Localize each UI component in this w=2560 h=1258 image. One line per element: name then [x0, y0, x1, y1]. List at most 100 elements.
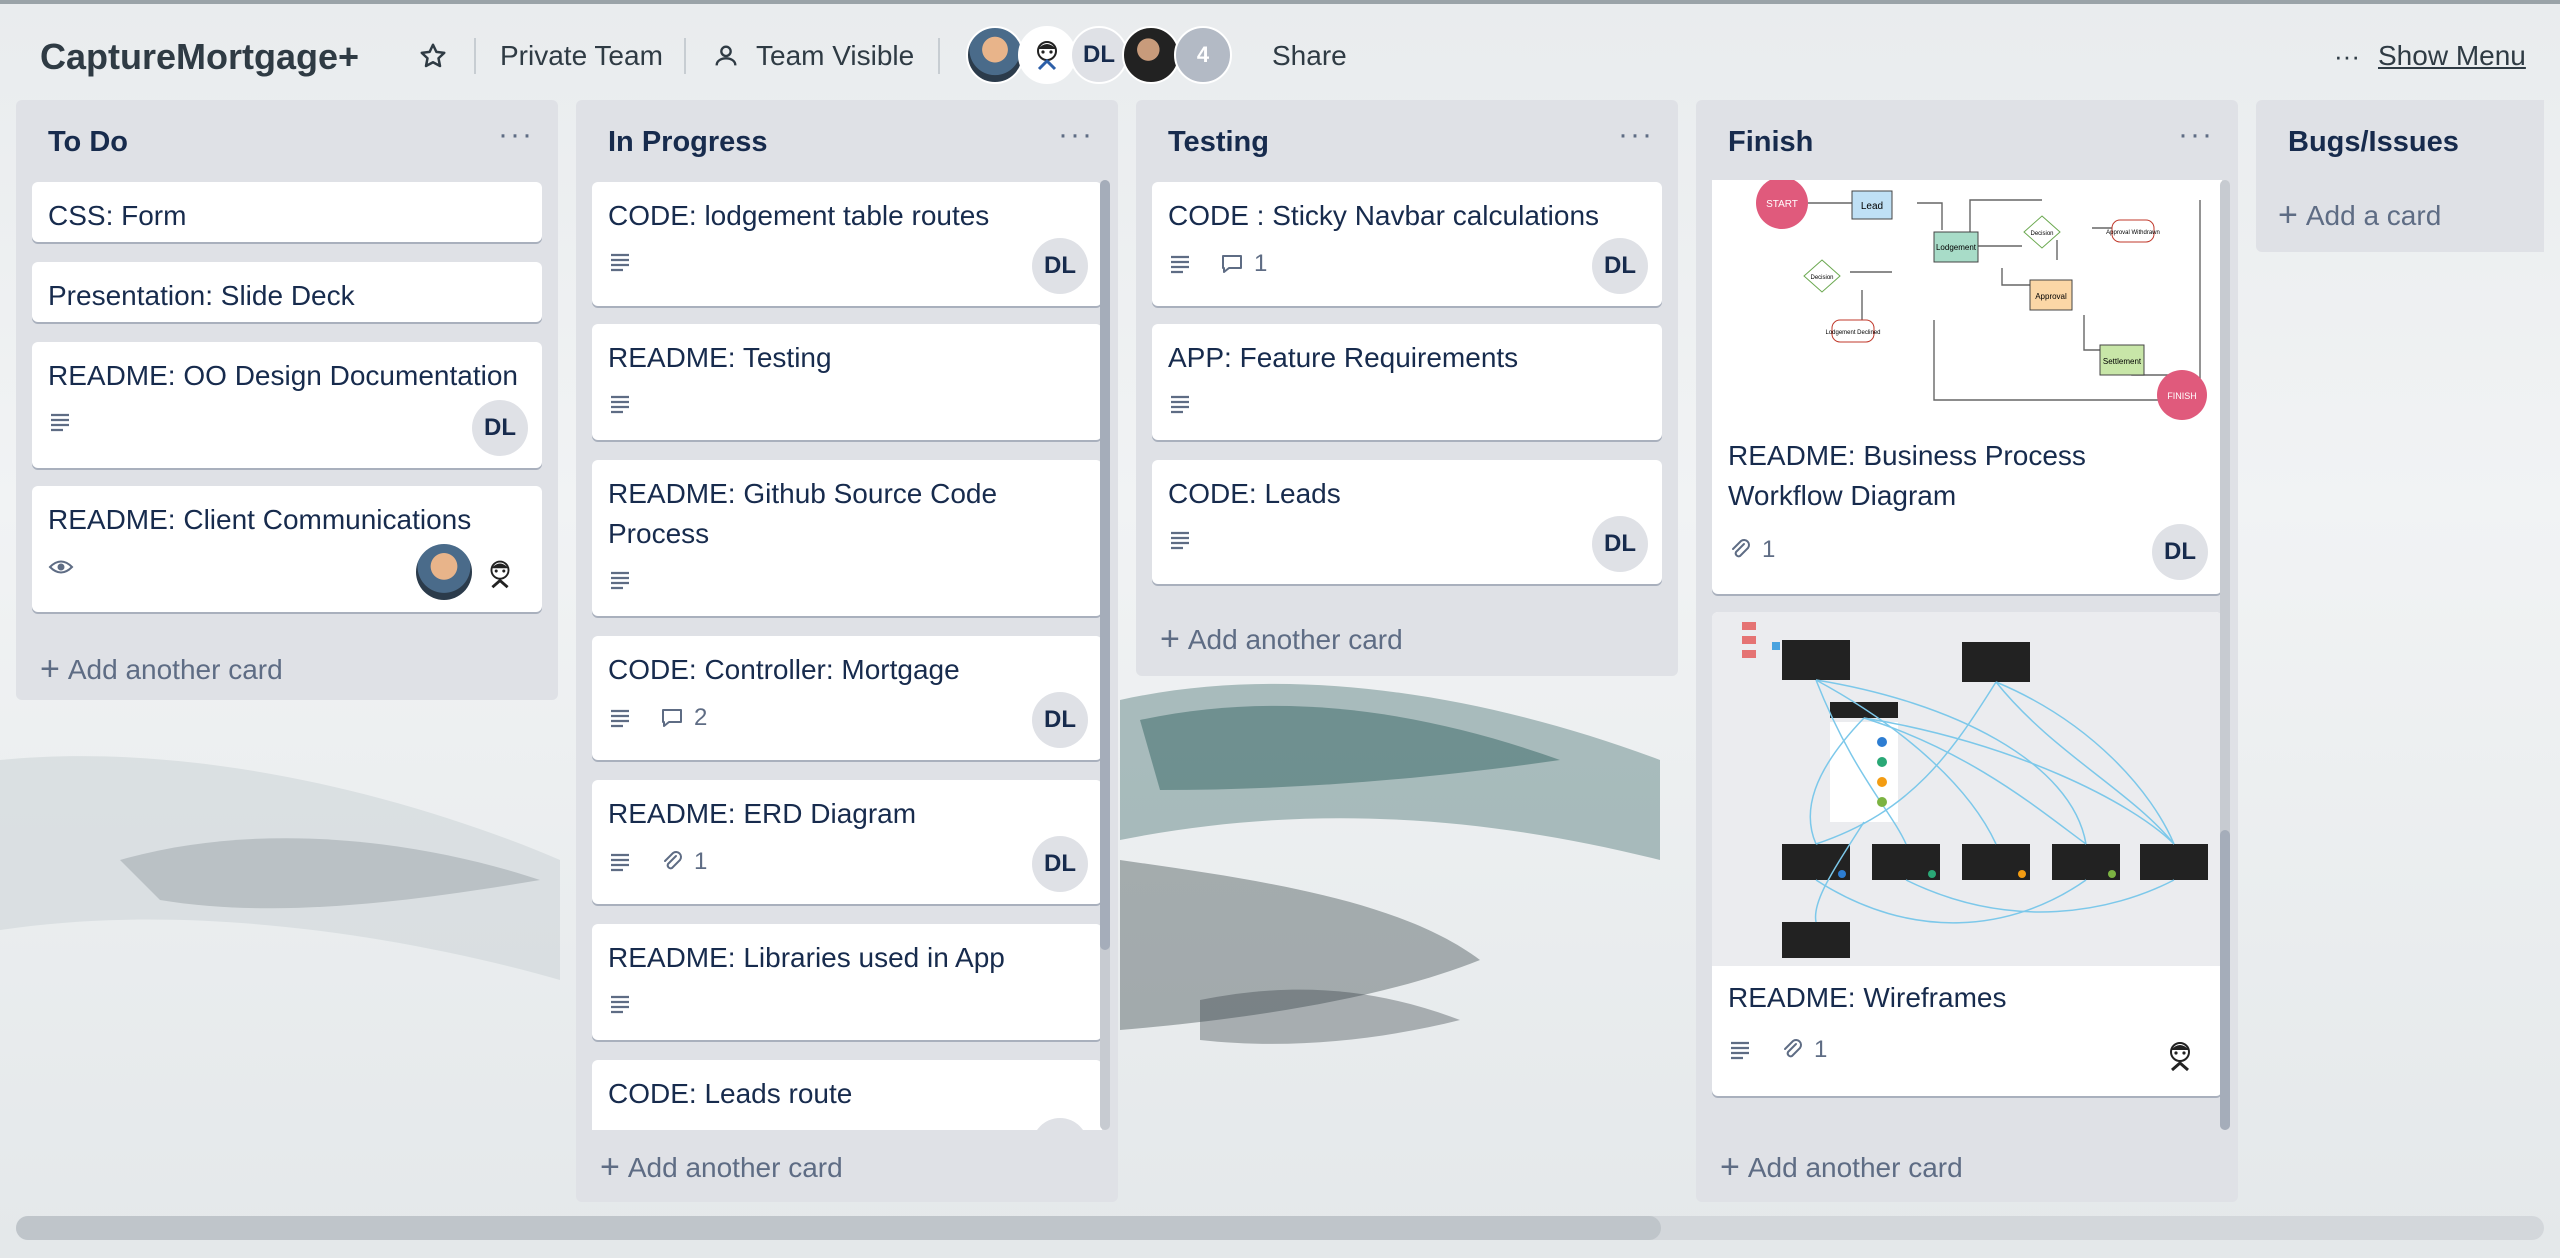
card[interactable]: APP: Feature Requirements	[1152, 324, 1662, 440]
card-badges: 2	[608, 704, 707, 732]
list-title[interactable]: Bugs/Issues	[2288, 126, 2459, 159]
add-card-button[interactable]: + Add another card	[1720, 1148, 1963, 1187]
list-title[interactable]: Finish	[1728, 126, 1813, 159]
board-scrollbar-thumb[interactable]	[16, 1216, 1661, 1240]
member-avatar-illustrated[interactable]	[1018, 26, 1076, 84]
list-scrollbar-thumb[interactable]	[2220, 830, 2230, 1130]
decision-label-b: Decision	[1810, 275, 1833, 281]
card[interactable]: Presentation: Slide Deck	[32, 262, 542, 322]
add-card-button[interactable]: + Add a card	[2278, 196, 2441, 235]
list-scrollbar-thumb[interactable]	[1100, 180, 1110, 950]
list-scrollbar[interactable]	[1100, 180, 1110, 1130]
card[interactable]: CSS: Form	[32, 182, 542, 242]
card[interactable]: CODE: Leads route	[592, 1060, 1102, 1130]
attachments-badge: 1	[1780, 1036, 1827, 1064]
card[interactable]: CODE: Leads DL	[1152, 460, 1662, 584]
card[interactable]: README: Wireframes 1	[1712, 612, 2222, 1096]
add-card-label: Add a card	[2305, 199, 2442, 231]
card-member-avatar[interactable]: DL	[1032, 836, 1088, 892]
card-badges	[608, 568, 632, 592]
plus-icon: +	[600, 1148, 620, 1186]
card-member-avatar[interactable]: DL	[2152, 524, 2208, 580]
card[interactable]: README: Testing	[592, 324, 1102, 440]
list-menu-icon[interactable]: ···	[1058, 118, 1094, 152]
wireframes-thumbnail	[1742, 622, 2208, 958]
header-divider	[938, 38, 940, 74]
description-icon	[611, 995, 629, 1014]
card[interactable]: README: Client Communications	[32, 486, 542, 612]
card[interactable]: README: Github Source Code Process	[592, 460, 1102, 616]
list-bugs-issues: Bugs/Issues + Add a card	[2256, 100, 2544, 252]
card-badges	[1168, 392, 1192, 416]
list-testing: Testing ··· CODE : Sticky Navbar calcula…	[1136, 100, 1678, 676]
card-member-avatar-illustrated[interactable]	[2152, 1026, 2208, 1082]
lodgement-label: Lodgement	[1936, 243, 1977, 252]
star-button[interactable]	[418, 34, 448, 78]
card[interactable]: README: OO Design Documentation DL	[32, 342, 542, 468]
card-title: README: Business Process Workflow Diagra…	[1728, 440, 2086, 511]
private-team-button[interactable]: Private Team	[500, 34, 663, 78]
description-icon	[1731, 1041, 1749, 1060]
show-menu-button[interactable]: Show Menu	[2378, 34, 2526, 78]
more-icon[interactable]: ···	[2334, 34, 2360, 78]
card[interactable]: README: ERD Diagram 1 DL	[592, 780, 1102, 904]
card-member-avatar[interactable]: DL	[1592, 516, 1648, 572]
card-title: README: Libraries used in App	[608, 942, 1005, 973]
card-title: README: Client Communications	[48, 504, 472, 535]
card-member-avatar[interactable]	[1032, 1118, 1088, 1130]
card-title: CODE: Leads route	[608, 1078, 853, 1109]
card[interactable]: CODE: lodgement table routes DL	[592, 182, 1102, 306]
attachments-count: 1	[1762, 536, 1776, 563]
card-member-avatar-photo[interactable]	[416, 544, 472, 600]
list-title[interactable]: To Do	[48, 126, 128, 159]
card-member-avatar[interactable]: DL	[1592, 238, 1648, 294]
add-card-button[interactable]: + Add another card	[40, 650, 283, 689]
description-icon	[611, 853, 629, 872]
member-avatar-initials[interactable]: DL	[1070, 26, 1128, 84]
card-member-avatar[interactable]: DL	[472, 400, 528, 456]
team-icon	[715, 45, 737, 66]
card-title: README: ERD Diagram	[608, 798, 917, 829]
card-member-avatar[interactable]: DL	[1032, 692, 1088, 748]
card-cover-diagram: START Lead Lodgement Decision Decision L…	[1712, 180, 2222, 424]
card-member-avatar[interactable]: DL	[1032, 238, 1088, 294]
plus-icon: +	[2278, 196, 2298, 234]
list-cards-scroll-area[interactable]: START Lead Lodgement Decision Decision L…	[1696, 180, 2238, 1130]
add-card-button[interactable]: + Add another card	[1160, 620, 1403, 659]
board-horizontal-scrollbar[interactable]	[16, 1216, 2544, 1240]
list-cards-scroll-area[interactable]: CODE: lodgement table routes DL README: …	[576, 180, 1118, 1130]
member-overflow-count[interactable]: 4	[1174, 26, 1232, 84]
card-badges: 1	[608, 848, 707, 876]
card-title: README: Wireframes	[1728, 982, 2007, 1013]
member-avatar-photo-2[interactable]	[1122, 26, 1180, 84]
card-badges	[1168, 528, 1192, 552]
settlement-label: Settlement	[2103, 357, 2142, 366]
lead-label: Lead	[1861, 201, 1883, 212]
card-badges: 1	[1168, 250, 1267, 278]
workflow-diagram: START Lead Lodgement Decision Decision L…	[1756, 180, 2207, 420]
card-title: README: Testing	[608, 342, 832, 373]
list-scrollbar[interactable]	[2220, 180, 2230, 1130]
card-member-avatar-illustrated[interactable]	[472, 544, 528, 600]
description-icon	[51, 413, 69, 432]
add-card-button[interactable]: + Add another card	[600, 1148, 843, 1187]
list-title[interactable]: Testing	[1168, 126, 1269, 159]
card[interactable]: README: Libraries used in App	[592, 924, 1102, 1040]
card-badges	[608, 992, 632, 1016]
list-menu-icon[interactable]: ···	[2178, 118, 2214, 152]
card[interactable]: CODE: Controller: Mortgage 2 DL	[592, 636, 1102, 760]
share-button[interactable]: Share	[1272, 34, 1347, 78]
card-title: Presentation: Slide Deck	[48, 280, 355, 311]
card[interactable]: START Lead Lodgement Decision Decision L…	[1712, 180, 2222, 594]
card-badges: 1	[1728, 1036, 1827, 1064]
list-title[interactable]: In Progress	[608, 126, 768, 159]
list-menu-icon[interactable]: ···	[1618, 118, 1654, 152]
member-avatar-photo[interactable]	[966, 26, 1024, 84]
paperclip-icon	[1732, 539, 1750, 558]
visibility-button[interactable]: Team Visible	[712, 34, 914, 78]
list-menu-icon[interactable]: ···	[498, 118, 534, 152]
card[interactable]: CODE : Sticky Navbar calculations 1 DL	[1152, 182, 1662, 306]
board-title[interactable]: CaptureMortgage+	[40, 36, 359, 78]
cartoon-face-icon	[1037, 41, 1057, 71]
card-title: APP: Feature Requirements	[1168, 342, 1519, 373]
